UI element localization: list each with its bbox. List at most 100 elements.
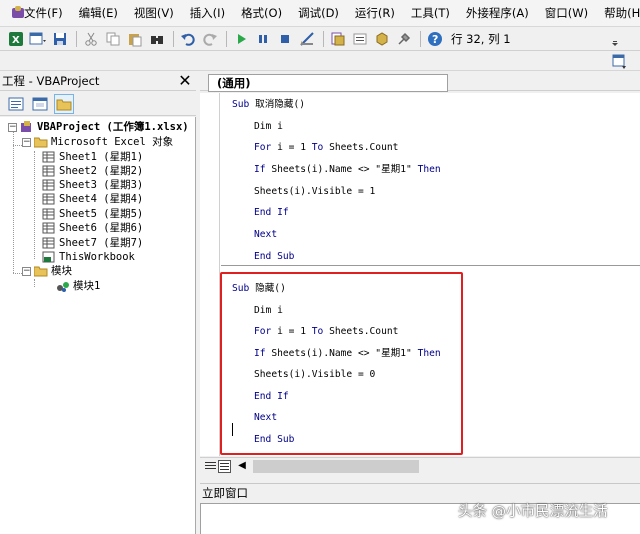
tree-label: 模块1 bbox=[73, 280, 101, 292]
menu-file[interactable]: 文件(F) bbox=[16, 2, 71, 24]
folder-open-icon bbox=[33, 265, 48, 277]
menu-addins[interactable]: 外接程序(A) bbox=[458, 2, 537, 24]
code-text: Sheets(i).Visible = 1 bbox=[254, 186, 376, 197]
code-margin[interactable] bbox=[200, 93, 220, 456]
insert-module-icon[interactable] bbox=[28, 29, 48, 49]
code-line: Sub 取消隐藏() bbox=[232, 98, 305, 112]
code-line: End If bbox=[254, 207, 289, 218]
tree-item-vbaproject[interactable]: − VBAProject (工作簿1.xlsx) bbox=[8, 120, 189, 134]
toolbar-grip-icon[interactable] bbox=[612, 32, 618, 46]
redo-icon[interactable] bbox=[200, 29, 220, 49]
tree-item-excel-objects[interactable]: − Microsoft Excel 对象 bbox=[22, 135, 173, 149]
view-code-icon[interactable] bbox=[6, 94, 26, 114]
tree-label: Sheet5 (星期5) bbox=[59, 208, 144, 220]
menu-run[interactable]: 运行(R) bbox=[347, 2, 403, 24]
svg-text:X: X bbox=[12, 35, 20, 46]
keyword: Then bbox=[417, 164, 441, 175]
code-line: End Sub bbox=[254, 251, 295, 262]
excel-icon[interactable]: X bbox=[6, 29, 26, 49]
watermark: 头条 @小市民漂流生活 bbox=[458, 504, 608, 520]
tree-item-sheet[interactable]: Sheet3 (星期3) bbox=[42, 178, 143, 192]
tree-label: Sheet7 (星期7) bbox=[59, 237, 144, 249]
tree-item-sheet[interactable]: Sheet6 (星期6) bbox=[42, 221, 143, 235]
worksheet-icon bbox=[42, 151, 56, 163]
menu-help[interactable]: 帮助(H) bbox=[596, 2, 640, 24]
project-toolbar bbox=[0, 92, 196, 116]
tree-label: 模块 bbox=[51, 265, 72, 277]
tree-label: VBAProject (工作簿1.xlsx) bbox=[37, 121, 189, 133]
properties-icon[interactable] bbox=[350, 29, 370, 49]
tree-label: ThisWorkbook bbox=[59, 251, 135, 263]
procedure-view-icon[interactable] bbox=[204, 460, 217, 473]
copy-icon[interactable] bbox=[103, 29, 123, 49]
keyword: For bbox=[254, 142, 272, 153]
tree-label: Sheet3 (星期3) bbox=[59, 179, 144, 191]
collapse-icon[interactable]: − bbox=[8, 122, 17, 132]
proc-name: 取消隐藏() bbox=[255, 99, 306, 110]
collapse-icon[interactable]: − bbox=[22, 266, 31, 276]
vbaproject-icon bbox=[20, 121, 34, 133]
worksheet-icon bbox=[42, 222, 56, 234]
run-icon[interactable] bbox=[231, 29, 251, 49]
object-browser-icon[interactable] bbox=[372, 29, 392, 49]
save-icon[interactable] bbox=[50, 29, 70, 49]
tree-label: Sheet2 (星期2) bbox=[59, 165, 144, 177]
toggle-folders-icon[interactable] bbox=[54, 93, 74, 114]
highlight-box bbox=[220, 272, 463, 455]
tree-item-sheet[interactable]: Sheet5 (星期5) bbox=[42, 207, 143, 221]
tree-item-module[interactable]: 模块1 bbox=[56, 279, 100, 293]
menu-bar: 文件(F) 编辑(E) 视图(V) 插入(I) 格式(O) 调试(D) 运行(R… bbox=[0, 0, 640, 27]
toolbar-separator bbox=[420, 31, 421, 47]
menu-window[interactable]: 窗口(W) bbox=[537, 2, 596, 24]
worksheet-icon bbox=[42, 165, 56, 177]
keyword: If bbox=[254, 164, 266, 175]
menu-debug[interactable]: 调试(D) bbox=[290, 2, 347, 24]
horizontal-scrollbar-thumb[interactable] bbox=[253, 459, 419, 473]
tree-item-modules[interactable]: − 模块 bbox=[22, 264, 72, 278]
tree-item-sheet[interactable]: Sheet7 (星期7) bbox=[42, 236, 143, 250]
code-line: If Sheets(i).Name <> "星期1" Then bbox=[254, 163, 441, 177]
cut-icon[interactable] bbox=[81, 29, 101, 49]
menu-view[interactable]: 视图(V) bbox=[126, 2, 182, 24]
paste-icon[interactable] bbox=[125, 29, 145, 49]
view-object-icon[interactable] bbox=[30, 94, 50, 114]
immediate-window-title: 立即窗口 bbox=[200, 483, 640, 501]
code-text: Dim i bbox=[254, 121, 283, 132]
menu-edit[interactable]: 编辑(E) bbox=[71, 2, 126, 24]
code-text: i = 1 bbox=[271, 142, 312, 153]
project-explorer-icon[interactable] bbox=[328, 29, 348, 49]
break-icon[interactable] bbox=[253, 29, 273, 49]
worksheet-icon bbox=[42, 237, 56, 249]
close-icon[interactable]: ✕ bbox=[176, 72, 194, 90]
keyword: To bbox=[311, 142, 324, 153]
scroll-left-icon[interactable]: ◀ bbox=[235, 459, 249, 473]
menu-format[interactable]: 格式(O) bbox=[233, 2, 290, 24]
find-icon[interactable] bbox=[147, 29, 167, 49]
code-line: Dim i bbox=[254, 120, 283, 134]
full-module-view-icon[interactable] bbox=[218, 459, 231, 473]
tree-label: Microsoft Excel 对象 bbox=[51, 136, 174, 148]
toolbar-separator bbox=[226, 31, 227, 47]
edit-toolbar-icon[interactable] bbox=[612, 54, 628, 72]
help-icon[interactable]: ? bbox=[425, 29, 445, 49]
module-icon bbox=[56, 280, 70, 292]
reset-icon[interactable] bbox=[275, 29, 295, 49]
menu-insert[interactable]: 插入(I) bbox=[182, 2, 233, 24]
tree-item-thisworkbook[interactable]: ThisWorkbook bbox=[42, 250, 135, 264]
code-line: Next bbox=[254, 229, 278, 240]
workbook-icon bbox=[42, 251, 56, 263]
project-tree: − VBAProject (工作簿1.xlsx) − Microsoft Exc… bbox=[0, 117, 196, 534]
collapse-icon[interactable]: − bbox=[22, 137, 31, 147]
toolbox-icon[interactable] bbox=[394, 29, 414, 49]
standard-toolbar: X ? 行 32, 列 1 bbox=[0, 28, 640, 51]
keyword: Sub bbox=[232, 99, 256, 110]
undo-icon[interactable] bbox=[178, 29, 198, 49]
menu-tools[interactable]: 工具(T) bbox=[403, 2, 458, 24]
tree-item-sheet[interactable]: Sheet2 (星期2) bbox=[42, 164, 143, 178]
object-combo[interactable]: (通用) bbox=[208, 74, 448, 92]
secondary-toolbar bbox=[0, 52, 640, 71]
design-mode-icon[interactable] bbox=[297, 29, 317, 49]
code-text: Sheets.Count bbox=[323, 142, 399, 153]
tree-item-sheet[interactable]: Sheet4 (星期4) bbox=[42, 192, 143, 206]
tree-item-sheet[interactable]: Sheet1 (星期1) bbox=[42, 150, 143, 164]
